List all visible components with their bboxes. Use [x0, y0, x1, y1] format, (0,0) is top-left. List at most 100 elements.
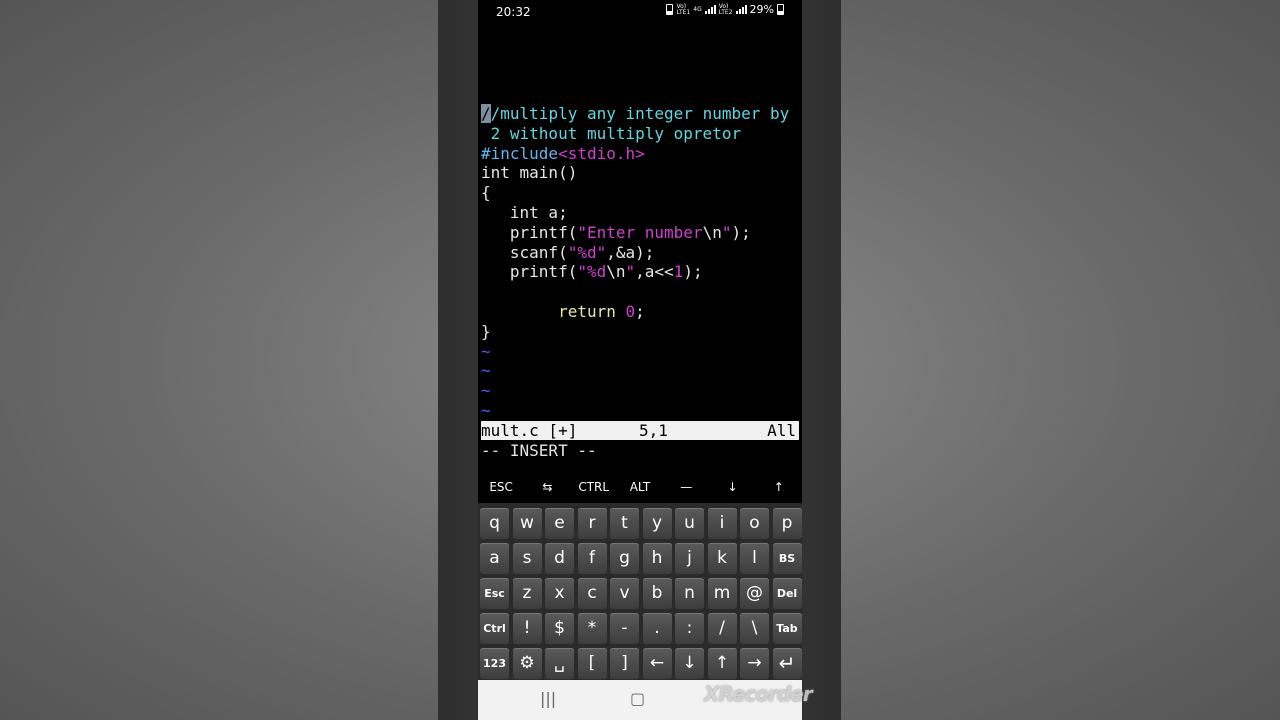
vim-mode-indicator: -- INSERT -- — [481, 441, 597, 460]
key-y[interactable]: y — [642, 508, 672, 539]
key-f[interactable]: f — [577, 543, 607, 574]
battery-percent: 29% — [749, 3, 774, 16]
key-s[interactable]: s — [512, 543, 542, 574]
settings-key-icon[interactable]: ⚙ — [512, 648, 542, 679]
status-filename: mult.c [+] — [481, 421, 578, 440]
code-token: "%d" — [567, 242, 607, 262]
key-b[interactable]: b — [642, 578, 672, 609]
key-[interactable]: @ — [740, 578, 769, 609]
extra-key[interactable]: ALT — [617, 472, 663, 502]
code-line: int main() — [481, 163, 799, 183]
code-line: 2 without multiply opretor — [481, 124, 799, 144]
key-m[interactable]: m — [707, 578, 737, 609]
code-line: ~ — [481, 381, 799, 401]
code-token: } — [481, 321, 491, 341]
extra-key[interactable]: ⇆ — [524, 472, 570, 502]
status-icons: Vo) LTE1 4G Vo) LTE2 29% — [666, 3, 784, 16]
battery-icon — [777, 4, 784, 15]
key-[interactable]: → — [740, 648, 769, 679]
key-[interactable]: ␣ — [545, 648, 574, 679]
code-token: /multiply any integer number by — [490, 104, 790, 123]
code-line: #include<stdio.h> — [481, 144, 799, 164]
key-[interactable]: . — [642, 613, 672, 644]
extra-key[interactable]: ↑ — [756, 472, 802, 502]
key-[interactable]: \ — [740, 613, 769, 644]
key-ctrl[interactable]: Ctrl — [480, 613, 509, 644]
key-v[interactable]: v — [610, 578, 639, 609]
key-[interactable]: ] — [610, 648, 639, 679]
key-d[interactable]: d — [545, 543, 574, 574]
key-e[interactable]: e — [545, 508, 574, 539]
key-tab[interactable]: Tab — [772, 613, 802, 644]
key-h[interactable]: h — [642, 543, 672, 574]
key-[interactable]: - — [610, 613, 639, 644]
home-button[interactable]: ▢ — [630, 689, 645, 708]
key-u[interactable]: u — [675, 508, 704, 539]
key-[interactable]: ↑ — [707, 648, 737, 679]
extra-key[interactable]: ↓ — [709, 472, 755, 502]
key-[interactable]: : — [675, 613, 704, 644]
key-w[interactable]: w — [512, 508, 542, 539]
keyboard-row: a s d f g h j k l BS — [478, 543, 802, 574]
code-token: int main() — [481, 163, 578, 183]
key-del[interactable]: Del — [772, 578, 802, 609]
key-[interactable]: / — [707, 613, 737, 644]
code-token: \n — [606, 262, 626, 282]
code-token: \n — [702, 222, 722, 242]
code-line: scanf("%d",&a); — [481, 243, 799, 263]
network-type: 4G — [693, 5, 702, 13]
key-c[interactable]: c — [577, 578, 607, 609]
code-token: 1 — [673, 262, 684, 282]
key-i[interactable]: i — [707, 508, 737, 539]
key-t[interactable]: t — [610, 508, 639, 539]
code-token: printf( — [481, 222, 578, 242]
sim1-label: Vo) LTE1 — [676, 2, 691, 16]
code-line: { — [481, 183, 799, 203]
code-token: ~ — [481, 400, 491, 420]
code-token: 0 — [625, 301, 636, 321]
extra-key[interactable]: — — [663, 472, 709, 502]
phone-screen: 20:32 Vo) LTE1 4G Vo) LTE2 29% //multiply … — [478, 0, 802, 720]
vim-editor-buffer[interactable]: //multiply any integer number by 2 witho… — [481, 104, 799, 421]
soft-keyboard: q w e r t y u i o p a s d f g h j k l BS Esc z x c v b n m @ Del Ctrl!… — [478, 503, 802, 680]
key-[interactable]: ↓ — [675, 648, 704, 679]
key-o[interactable]: o — [740, 508, 769, 539]
status-time: 20:32 — [496, 5, 531, 19]
extra-key[interactable]: CTRL — [571, 472, 617, 502]
key-esc[interactable]: Esc — [480, 578, 509, 609]
code-line: //multiply any integer number by — [481, 104, 799, 124]
key-r[interactable]: r — [577, 508, 607, 539]
key-a[interactable]: a — [480, 543, 509, 574]
code-token: "Enter number — [577, 222, 703, 242]
key-[interactable]: [ — [577, 648, 607, 679]
key-[interactable]: ← — [642, 648, 672, 679]
key-n[interactable]: n — [675, 578, 704, 609]
key-g[interactable]: g — [610, 543, 639, 574]
code-line: printf("%d\n",a<<1); — [481, 262, 799, 282]
key-x[interactable]: x — [545, 578, 574, 609]
key-123[interactable]: 123 — [480, 648, 509, 679]
code-token: ,&a); — [606, 242, 655, 262]
key-k[interactable]: k — [707, 543, 737, 574]
key-l[interactable]: l — [740, 543, 769, 574]
key-[interactable]: $ — [545, 613, 574, 644]
extra-key[interactable]: ESC — [478, 472, 524, 502]
key-z[interactable]: z — [512, 578, 542, 609]
key-[interactable]: ! — [512, 613, 542, 644]
key-q[interactable]: q — [480, 508, 509, 539]
key-j[interactable]: j — [675, 543, 704, 574]
xrecorder-watermark: XRecorder — [704, 682, 813, 706]
recents-button[interactable]: ||| — [540, 689, 556, 708]
signal-bars-2-icon — [735, 5, 747, 14]
enter-key[interactable]: ↵ — [772, 648, 802, 679]
key-[interactable]: * — [577, 613, 607, 644]
key-bs[interactable]: BS — [772, 543, 802, 574]
extra-keys-bar: ESC ⇆ CTRL ALT — ↓ ↑ — [478, 472, 802, 502]
code-token: 2 without multiply opretor — [481, 123, 742, 143]
code-token: ; — [635, 301, 645, 321]
status-cursor-position: 5,1 — [639, 421, 668, 440]
code-token: scanf( — [481, 242, 568, 262]
key-p[interactable]: p — [772, 508, 802, 539]
